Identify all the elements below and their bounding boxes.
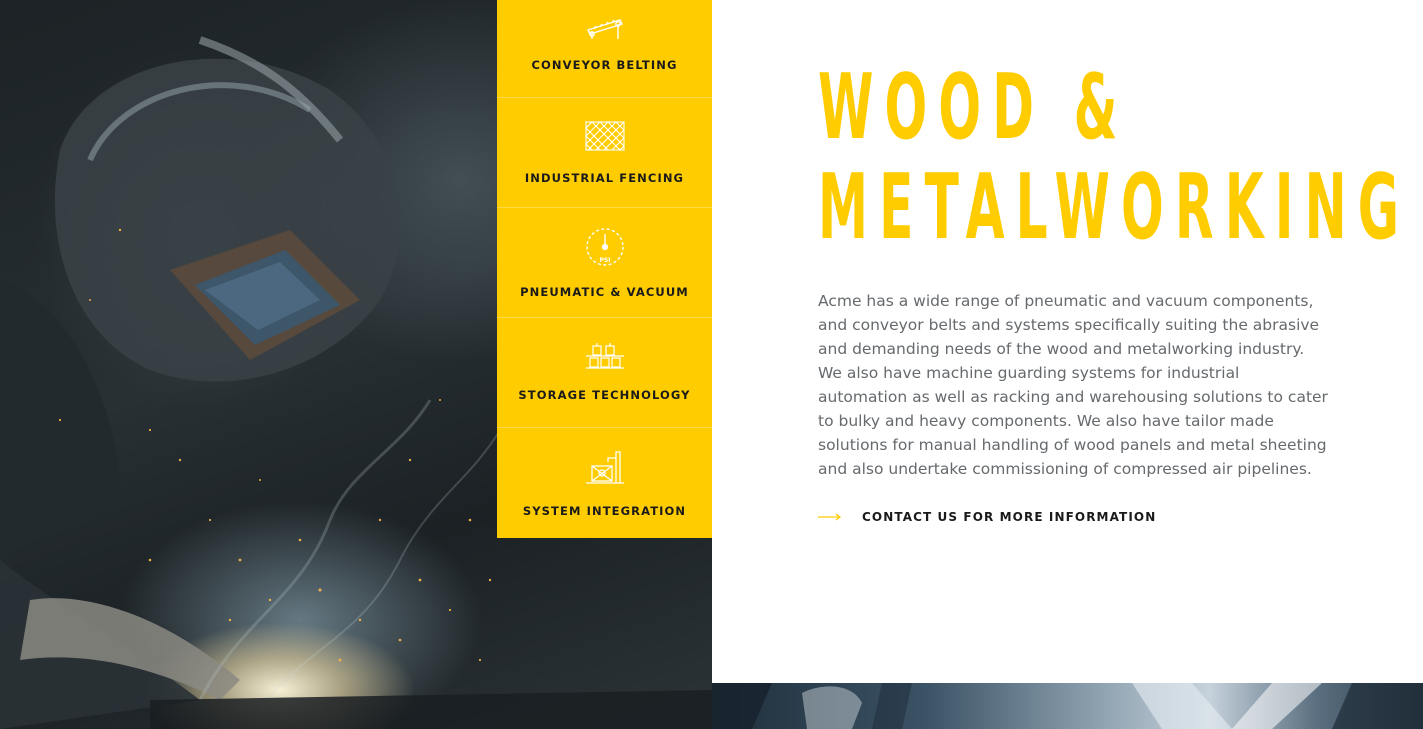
nav-item-system-integration[interactable]: SYSTEM INTEGRATION [497, 428, 712, 538]
description-paragraph: Acme has a wide range of pneumatic and v… [818, 292, 1328, 478]
pressure-gauge-icon: PSI [585, 228, 624, 266]
system-integration-icon [585, 451, 624, 484]
bottom-photo-strip [712, 683, 1423, 729]
title-line-1: WOOD & [818, 55, 1129, 160]
nav-item-conveyor-belting[interactable]: CONVEYOR BELTING [497, 0, 712, 98]
arrow-right-icon [818, 513, 842, 521]
nav-label: INDUSTRIAL FENCING [524, 171, 685, 185]
nav-label: PNEUMATIC & VACUUM [520, 285, 689, 299]
storage-rack-icon [585, 343, 624, 369]
nav-item-industrial-fencing[interactable]: INDUSTRIAL FENCING [497, 98, 712, 208]
conveyor-icon [586, 19, 623, 39]
gauge-psi-text: PSI [599, 257, 610, 264]
page-title: WOOD & METALWORKING [818, 55, 1411, 260]
nav-item-pneumatic-vacuum[interactable]: PSI PNEUMATIC & VACUUM [497, 208, 712, 318]
contact-link[interactable]: CONTACT US FOR MORE INFORMATION [818, 507, 1156, 527]
title-line-2: METALWORKING [818, 155, 1411, 260]
fence-mesh-icon [584, 121, 625, 151]
category-nav: CONVEYOR BELTING INDUSTRIAL FENCING PSI … [497, 0, 712, 538]
nav-label: STORAGE TECHNOLOGY [518, 388, 691, 402]
nav-label: CONVEYOR BELTING [531, 58, 678, 72]
machinery-illustration [712, 683, 1423, 729]
contact-link-label: CONTACT US FOR MORE INFORMATION [862, 510, 1157, 524]
nav-label: SYSTEM INTEGRATION [522, 504, 687, 518]
nav-item-storage-technology[interactable]: STORAGE TECHNOLOGY [497, 318, 712, 428]
